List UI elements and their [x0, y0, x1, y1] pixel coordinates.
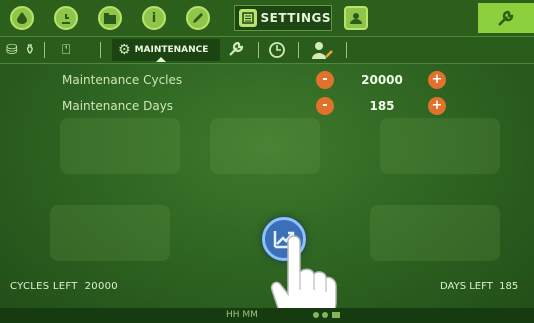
status-bar	[0, 308, 534, 323]
folder-icon[interactable]	[98, 6, 122, 30]
user-settings-icon[interactable]	[312, 41, 334, 59]
increment-button[interactable]: +	[428, 71, 446, 89]
bottle-icon[interactable]: ⚱	[24, 41, 36, 59]
cartridge-icon[interactable]: ⍞	[62, 41, 70, 59]
increment-button[interactable]: +	[428, 97, 446, 115]
maintenance-cycles-value: 20000	[361, 73, 403, 87]
maintenance-cycles-stepper[interactable]: - 20000 +	[316, 71, 446, 89]
maintenance-days-stepper[interactable]: - 185 +	[316, 97, 446, 115]
tab-maintenance[interactable]: ⚙ MAINTENANCE	[112, 39, 220, 62]
maintenance-cycles-label: Maintenance Cycles	[62, 73, 183, 87]
settings-icon	[239, 9, 257, 27]
status-icons	[312, 310, 342, 322]
days-left-readout: DAYS LEFT 185	[440, 281, 534, 292]
maintenance-cycles-row: Maintenance Cycles - 20000 +	[0, 69, 534, 91]
background-illustration	[380, 118, 500, 174]
maintenance-days-value: 185	[369, 99, 395, 113]
clock-icon[interactable]	[54, 6, 78, 30]
background-illustration	[370, 205, 500, 261]
divider	[258, 42, 259, 58]
tab-settings[interactable]: SETTINGS	[234, 5, 332, 31]
settings-tab-label: SETTINGS	[260, 11, 331, 25]
user-icon[interactable]	[344, 6, 368, 30]
maintenance-settings-screen: i SETTINGS ⛁ ⚱ ⍞ ⚙ MAINTENANCE Maintenan…	[0, 0, 534, 323]
cycles-left-label: CYCLES LEFT	[10, 281, 78, 292]
maintenance-tab-label: MAINTENANCE	[134, 45, 209, 55]
info-icon[interactable]: i	[142, 6, 166, 30]
decrement-button[interactable]: -	[316, 71, 334, 89]
maintenance-days-row: Maintenance Days - 185 +	[0, 95, 534, 117]
days-left-label: DAYS LEFT	[440, 281, 493, 292]
decrement-button[interactable]: -	[316, 97, 334, 115]
background-illustration	[210, 118, 320, 174]
background-illustration	[60, 118, 180, 174]
days-left-value: 185	[499, 281, 519, 292]
settings-subtab-bar: ⛁ ⚱ ⍞ ⚙ MAINTENANCE	[0, 37, 534, 64]
water-drop-icon[interactable]	[10, 6, 34, 30]
divider	[44, 42, 45, 58]
maintenance-days-label: Maintenance Days	[62, 99, 174, 113]
pencil-icon[interactable]	[186, 6, 210, 30]
wrench-icon[interactable]	[478, 3, 534, 33]
wrench-icon[interactable]	[228, 41, 246, 59]
divider	[100, 42, 101, 58]
cycles-left-readout: CYCLES LEFT 20000	[10, 281, 118, 292]
active-tab-indicator	[156, 57, 166, 62]
cleaning-icon[interactable]: ⛁	[6, 41, 18, 59]
top-navigation-bar: i SETTINGS	[0, 0, 534, 37]
time-readout: HH MM	[226, 310, 258, 320]
divider	[346, 42, 347, 58]
cycles-left-value: 20000	[84, 281, 118, 292]
divider	[298, 42, 299, 58]
maintenance-user-icon: ⚙	[118, 42, 131, 58]
clock-icon[interactable]	[268, 41, 286, 59]
background-illustration	[50, 205, 170, 261]
